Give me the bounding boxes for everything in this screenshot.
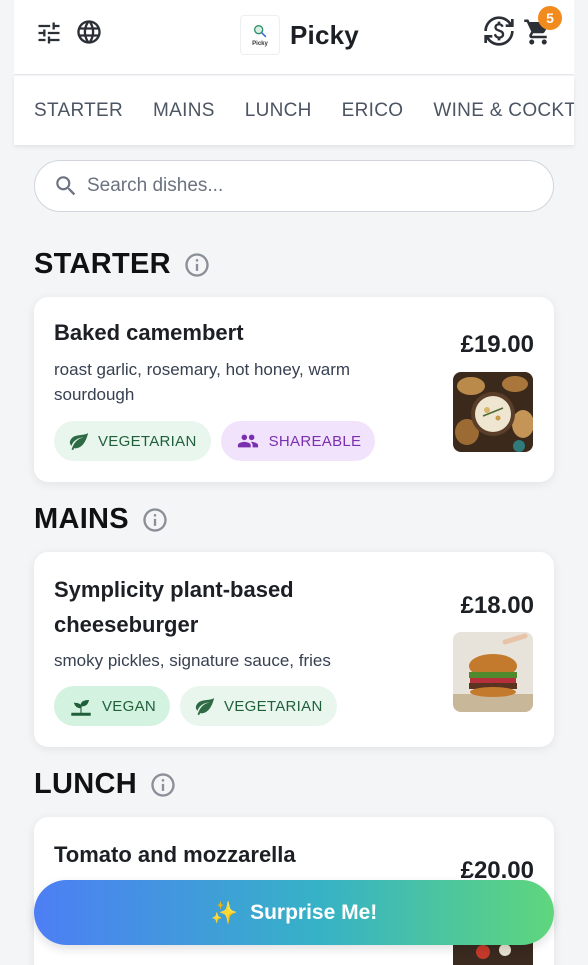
dish-image[interactable] — [453, 372, 533, 452]
tag-vegetarian: VEGETARIAN — [54, 421, 211, 461]
brand-logo: Picky — [240, 15, 280, 55]
tag-vegan: VEGAN — [54, 686, 171, 726]
section-title: MAINS — [34, 503, 129, 535]
tag-label: SHAREABLE — [268, 432, 362, 450]
dish-description: smoky pickles, signature sauce, fries — [54, 651, 331, 670]
section-title: LUNCH — [34, 768, 137, 800]
cart-count-badge: 5 — [538, 6, 562, 30]
info-icon[interactable] — [141, 506, 169, 534]
dish-name: Baked camembert — [54, 320, 244, 345]
logo-search-icon — [254, 24, 267, 38]
dish-card[interactable]: Baked camembert roast garlic, rosemary, … — [34, 297, 554, 482]
tag-label: VEGAN — [102, 697, 157, 715]
dish-price: £18.00 — [460, 592, 534, 619]
tab-erico[interactable]: ERICO — [342, 100, 404, 122]
search-input[interactable] — [87, 175, 517, 197]
currency-exchange-icon[interactable] — [482, 14, 516, 48]
search-bar[interactable] — [34, 160, 554, 212]
leaf-icon — [195, 697, 215, 716]
tag-shareable: SHAREABLE — [220, 421, 376, 461]
info-icon[interactable] — [183, 251, 211, 279]
info-icon[interactable] — [149, 771, 177, 799]
filters-icon[interactable] — [34, 18, 64, 48]
sprout-icon — [71, 699, 91, 716]
dish-image[interactable] — [453, 632, 533, 712]
dish-price: £19.00 — [460, 331, 534, 358]
tag-label: VEGETARIAN — [98, 432, 197, 450]
dish-card[interactable]: Symplicity plant-based cheeseburger smok… — [34, 552, 554, 747]
tab-starter[interactable]: STARTER — [34, 100, 123, 122]
search-icon — [56, 176, 76, 196]
app-name: Picky — [290, 19, 359, 50]
leaf-icon — [69, 432, 89, 451]
tab-wine-cocktails[interactable]: WINE & COCKTAILS — [433, 100, 574, 122]
category-tabs: STARTER MAINS LUNCH ERICO WINE & COCKTAI… — [14, 76, 574, 145]
sparkles-icon: ✨ — [210, 899, 239, 925]
surprise-me-label: Surprise Me! — [250, 900, 378, 924]
tab-mains[interactable]: MAINS — [153, 100, 215, 122]
section-title: STARTER — [34, 248, 171, 280]
dish-name: Tomato and mozzarella — [54, 842, 296, 867]
brand[interactable]: Picky Picky — [240, 14, 359, 56]
section-header-mains: MAINS — [34, 503, 169, 536]
surprise-me-button[interactable]: ✨ Surprise Me! — [34, 880, 554, 945]
tag-vegetarian: VEGETARIAN — [180, 686, 337, 726]
tab-lunch[interactable]: LUNCH — [245, 100, 312, 122]
logo-text: Picky — [252, 41, 268, 47]
people-icon — [237, 434, 258, 448]
section-header-starter: STARTER — [34, 248, 211, 281]
dish-name: Symplicity plant-based cheeseburger — [54, 577, 294, 637]
tag-label: VEGETARIAN — [224, 697, 323, 715]
section-header-lunch: LUNCH — [34, 768, 177, 801]
top-app-bar: Picky Picky — [14, 0, 574, 75]
language-globe-icon[interactable] — [74, 17, 104, 47]
dish-description: roast garlic, rosemary, hot honey, warm … — [54, 360, 351, 404]
